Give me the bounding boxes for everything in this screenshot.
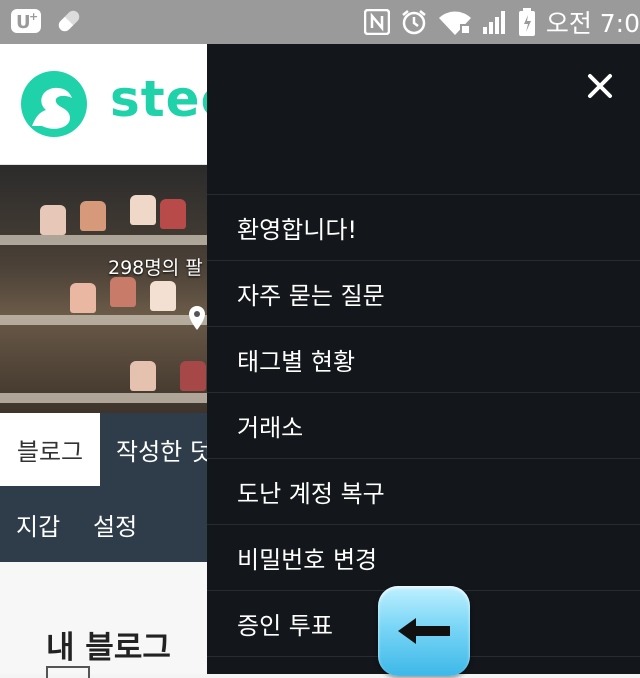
cover-cake bbox=[80, 201, 106, 231]
signal-icon bbox=[482, 9, 508, 35]
back-arrow-icon bbox=[398, 618, 450, 644]
menu-item-faq[interactable]: 자주 묻는 질문 bbox=[207, 261, 640, 327]
cover-cake bbox=[70, 283, 96, 313]
svg-text:+: + bbox=[29, 10, 38, 23]
u-plus-icon: U + bbox=[10, 6, 42, 36]
pill-icon bbox=[54, 6, 84, 36]
content-placeholder bbox=[46, 666, 90, 678]
battery-icon bbox=[518, 7, 536, 37]
cover-cake bbox=[130, 361, 156, 391]
cover-cake bbox=[180, 361, 206, 391]
cover-cake bbox=[110, 277, 136, 307]
menu-item-recover-account[interactable]: 도난 계정 복구 bbox=[207, 459, 640, 525]
alarm-icon bbox=[400, 8, 428, 36]
location-pin-icon bbox=[188, 305, 206, 335]
tab-blog[interactable]: 블로그 bbox=[0, 413, 100, 486]
tab-settings[interactable]: 설정 bbox=[93, 486, 137, 562]
cover-cake bbox=[150, 281, 176, 311]
status-time: 오전 7:0 bbox=[545, 9, 640, 38]
steem-logo-icon[interactable] bbox=[18, 68, 90, 144]
wifi-icon bbox=[438, 9, 472, 35]
cover-cake bbox=[130, 195, 156, 225]
tab-wallet[interactable]: 지갑 bbox=[16, 486, 60, 562]
menu-item-welcome[interactable]: 환영합니다! bbox=[207, 195, 640, 261]
cover-cake bbox=[160, 199, 186, 229]
nfc-icon bbox=[363, 9, 390, 35]
section-title: 내 블로그 bbox=[46, 630, 171, 666]
tab-comments[interactable]: 작성한 덧 bbox=[116, 413, 212, 486]
menu-item-market[interactable]: 거래소 bbox=[207, 393, 640, 459]
menu-item-change-password[interactable]: 비밀번호 변경 bbox=[207, 525, 640, 591]
status-bar: U + 오전 7:0 bbox=[0, 0, 640, 44]
close-icon[interactable] bbox=[586, 72, 614, 100]
cover-cake bbox=[40, 205, 66, 235]
back-button[interactable] bbox=[378, 586, 470, 676]
navigation-drawer: 환영합니다! 자주 묻는 질문 태그별 현황 거래소 도난 계정 복구 비밀번호… bbox=[207, 44, 640, 674]
followers-count: 298명의 팔 bbox=[108, 257, 203, 279]
menu-item-tags[interactable]: 태그별 현황 bbox=[207, 327, 640, 393]
